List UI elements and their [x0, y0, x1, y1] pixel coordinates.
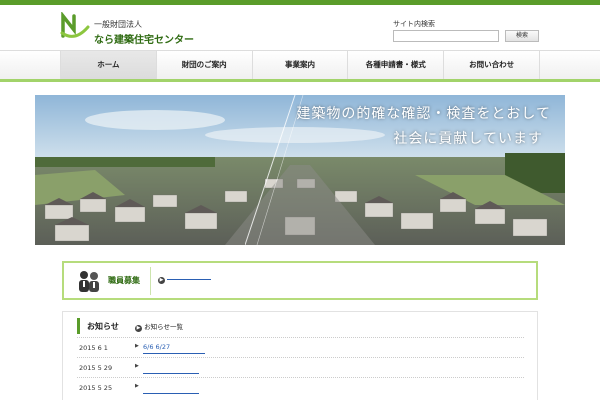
nav-item-contact[interactable]: お問い合わせ	[444, 51, 540, 79]
arrow-bullet-icon: ▶	[158, 277, 165, 284]
site-search-label: サイト内検索	[393, 20, 435, 28]
nav-item-services[interactable]: 事業案内	[253, 51, 349, 79]
org-name[interactable]: なら建築住宅センター	[94, 31, 194, 46]
news-date: 2015 6 1	[79, 344, 108, 352]
recruit-panel: 職員募集 ▶	[62, 261, 538, 300]
triangle-bullet-icon: ▶	[135, 363, 139, 369]
news-row: 2015 5 25 ▶	[77, 377, 524, 397]
recruit-divider	[150, 267, 151, 295]
triangle-bullet-icon: ▶	[135, 343, 139, 349]
org-logo-icon[interactable]	[60, 12, 90, 40]
news-row: 2015 6 1 ▶ 6/6 6/27	[77, 337, 524, 357]
staff-people-icon	[79, 271, 99, 292]
recruit-link-underline[interactable]	[167, 278, 212, 280]
news-list-link-label[interactable]: お知らせ一覧	[144, 323, 183, 331]
hero-headline-line1: 建築物の的確な確認・検査をとおして	[296, 106, 551, 122]
news-link-underline[interactable]	[143, 373, 199, 374]
main-nav: ホーム 財団のご案内 事業案内 各種申請書・様式 お問い合わせ	[0, 50, 600, 82]
news-link-underline[interactable]	[143, 393, 199, 394]
triangle-bullet-icon: ▶	[135, 383, 139, 389]
site-header: 一般財団法人 なら建築住宅センター サイト内検索 検索	[0, 5, 600, 50]
news-link-underline[interactable]	[143, 353, 205, 354]
arrow-bullet-icon: ▶	[135, 325, 142, 332]
news-title-accent	[77, 318, 80, 334]
news-list-link[interactable]: ▶ お知らせ一覧	[135, 321, 183, 332]
recruit-title: 職員募集	[108, 276, 140, 285]
site-search-input[interactable]	[393, 30, 499, 42]
hero-banner: 建築物の的確な確認・検査をとおして 社会に貢献しています	[35, 95, 565, 245]
news-title: お知らせ	[87, 322, 119, 331]
nav-item-home[interactable]: ホーム	[60, 51, 157, 79]
search-button[interactable]: 検索	[505, 30, 539, 42]
news-date: 2015 5 25	[79, 384, 113, 392]
nav-item-about[interactable]: 財団のご案内	[157, 51, 253, 79]
news-row: 2015 5 29 ▶	[77, 357, 524, 377]
news-link[interactable]: 6/6 6/27	[143, 343, 170, 351]
nav-item-forms[interactable]: 各種申請書・様式	[348, 51, 445, 79]
hero-headline-line2: 社会に貢献しています	[393, 131, 543, 147]
news-panel: お知らせ ▶ お知らせ一覧 2015 6 1 ▶ 6/6 6/27 2015 5…	[62, 311, 538, 400]
recruit-link-item[interactable]: ▶	[158, 275, 212, 284]
news-date: 2015 5 29	[79, 364, 113, 372]
org-type-label: 一般財団法人	[94, 20, 142, 29]
